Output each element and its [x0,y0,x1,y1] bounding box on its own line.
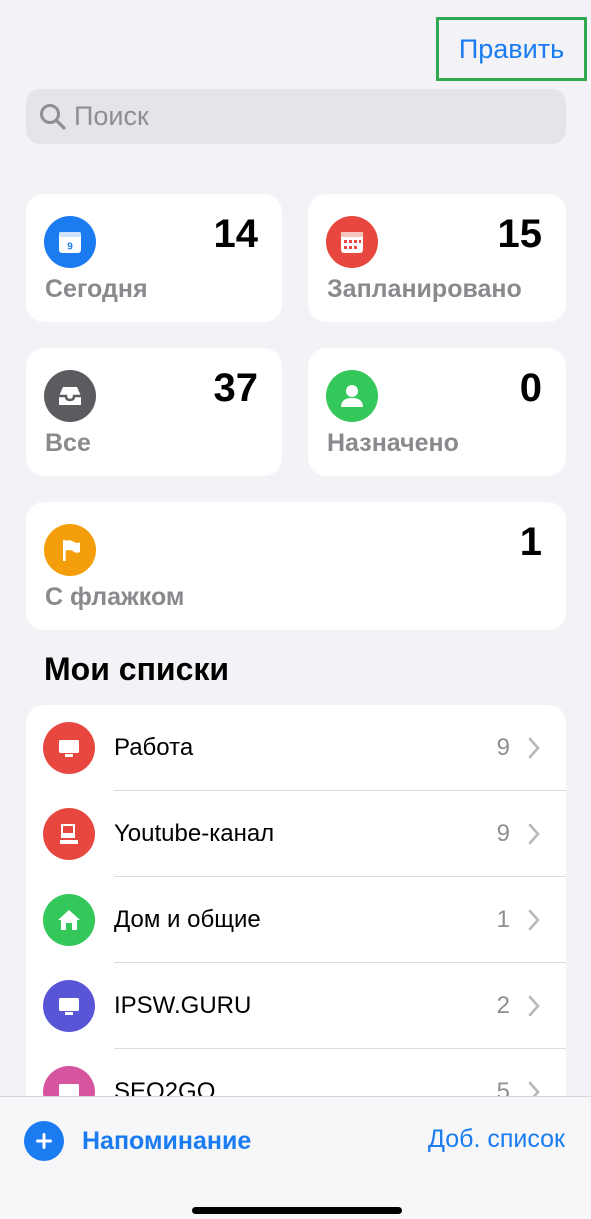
smart-list-label: Запланировано [327,275,522,303]
bottom-toolbar: Напоминание Доб. список [0,1096,591,1219]
smart-list-label: С флажком [45,583,185,611]
calendar-today-icon-number: 9 [67,242,73,253]
my-lists-container: Работа 9 Youtube-канал 9 Дом и общие 1 I… [26,705,566,1105]
list-item[interactable]: IPSW.GURU 2 [26,963,566,1049]
smart-list-count: 1 [519,520,542,564]
smart-list-scheduled[interactable]: 15 Запланировано [308,194,566,322]
smart-list-assigned[interactable]: 0 Назначено [308,348,566,476]
smart-list-today[interactable]: 9 14 Сегодня [26,194,282,322]
list-item[interactable]: Работа 9 [26,705,566,791]
plus-circle-icon [24,1121,64,1161]
house-icon [43,894,95,946]
list-item-name: Дом и общие [114,906,261,933]
chevron-right-icon [528,737,540,759]
list-item[interactable]: Дом и общие 1 [26,877,566,963]
search-placeholder: Поиск [74,101,149,131]
list-item-count: 9 [496,820,510,847]
list-item-name: Работа [114,734,194,761]
list-item-name: Youtube-канал [114,820,275,847]
add-list-button[interactable]: Доб. список [428,1125,565,1154]
smart-list-count: 14 [213,212,259,256]
smart-list-count: 37 [213,366,259,410]
flag-icon [44,524,96,576]
my-lists-title: Мои списки [44,651,230,687]
smart-list-label: Назначено [327,429,459,457]
list-item-count: 9 [496,734,510,761]
smart-list-count: 15 [497,212,543,256]
smart-list-count: 0 [519,366,542,410]
add-reminder-label: Напоминание [82,1126,252,1155]
search-icon [40,103,66,130]
person-icon [326,370,378,422]
list-item-name: IPSW.GURU [114,992,252,1019]
monitor-icon [43,722,95,774]
list-item-count: 1 [496,906,510,933]
smart-list-flagged[interactable]: 1 С флажком [26,502,566,630]
tray-icon [44,370,96,422]
smart-list-all[interactable]: 37 Все [26,348,282,476]
chevron-right-icon [528,823,540,845]
search-field[interactable]: Поиск [26,89,566,144]
chevron-right-icon [528,995,540,1017]
calendar-today-icon: 9 [44,216,96,268]
monitor-icon [43,980,95,1032]
edit-button[interactable]: Править [436,17,587,81]
chevron-right-icon [528,909,540,931]
smart-list-label: Все [45,429,91,457]
reminders-screen: Править Поиск 9 14 Сегодня 15 Запланиров… [0,0,591,1219]
add-reminder-button[interactable]: Напоминание [24,1121,251,1161]
list-item-count: 2 [496,992,510,1019]
list-item[interactable]: Youtube-канал 9 [26,791,566,877]
computer-icon [43,808,95,860]
home-indicator [192,1207,402,1214]
calendar-icon [326,216,378,268]
smart-list-label: Сегодня [45,275,148,303]
